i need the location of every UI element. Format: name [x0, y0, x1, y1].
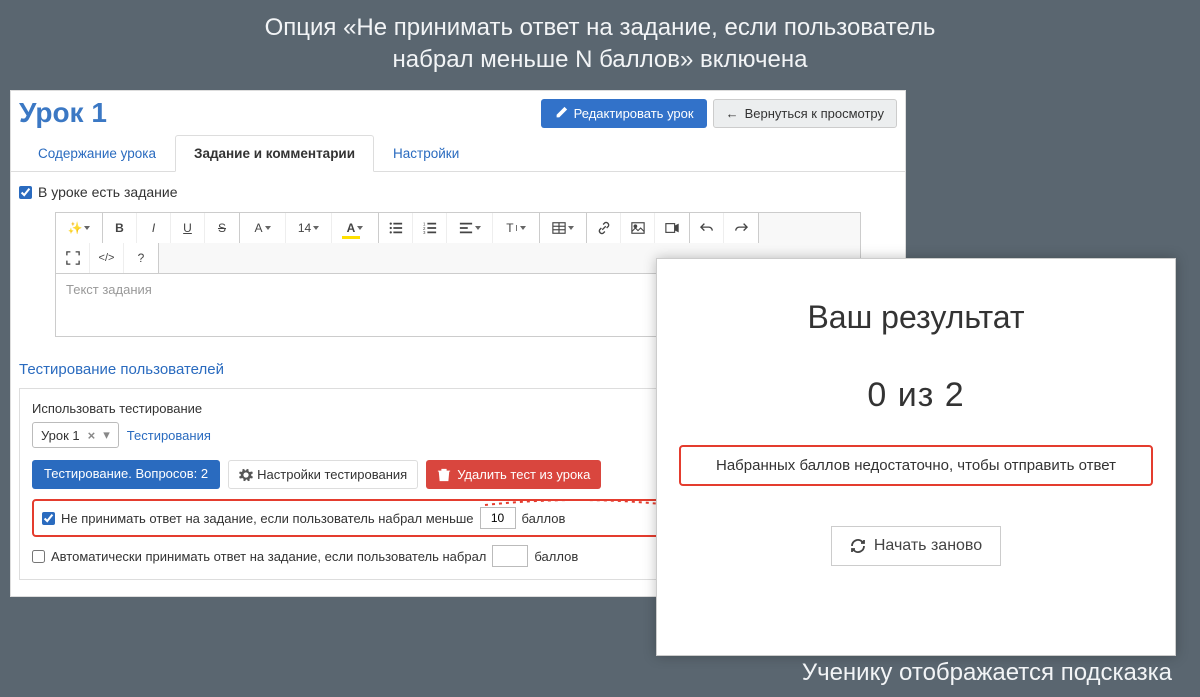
reject-checkbox[interactable] — [42, 512, 55, 525]
accept-checkbox[interactable] — [32, 550, 45, 563]
back-button[interactable]: ← Вернуться к просмотру — [713, 99, 897, 128]
edit-icon — [554, 106, 568, 120]
help-button[interactable]: ? — [124, 243, 158, 273]
restart-button[interactable]: Начать заново — [831, 526, 1001, 566]
result-warning: Набранных баллов недостаточно, чтобы отп… — [679, 445, 1153, 486]
svg-text:3: 3 — [423, 230, 426, 235]
trash-icon — [437, 468, 451, 482]
reject-prefix: Не принимать ответ на задание, если поль… — [61, 511, 474, 526]
arrow-left-icon: ← — [726, 106, 739, 121]
accept-suffix: баллов — [534, 549, 578, 564]
result-score: 0 из 2 — [679, 376, 1153, 415]
has-task-checkbox-row[interactable]: В уроке есть задание — [19, 184, 897, 200]
annotation-bottom: Ученику отображается подсказка — [802, 659, 1172, 687]
result-title: Ваш результат — [679, 299, 1153, 336]
list-ul-button[interactable] — [379, 213, 413, 243]
edit-lesson-button[interactable]: Редактировать урок — [541, 99, 707, 128]
result-panel: Ваш результат 0 из 2 Набранных баллов не… — [656, 258, 1176, 656]
redo-icon — [734, 221, 748, 235]
test-info-button[interactable]: Тестирование. Вопросов: 2 — [32, 460, 220, 489]
tab-task[interactable]: Задание и комментарии — [175, 135, 374, 172]
italic-button[interactable]: I — [137, 213, 171, 243]
lesson-title: Урок 1 — [19, 97, 107, 129]
font-size-button[interactable]: 14 — [286, 213, 332, 243]
video-icon — [665, 221, 679, 235]
has-task-checkbox[interactable] — [19, 186, 32, 199]
has-task-label: В уроке есть задание — [38, 184, 177, 200]
accept-prefix: Автоматически принимать ответ на задание… — [51, 549, 486, 564]
clear-test-icon[interactable]: × — [88, 428, 96, 443]
annotation-top: Опция «Не принимать ответ на задание, ес… — [0, 12, 1200, 77]
chevron-down-icon: ▾ — [103, 427, 110, 443]
accept-value-input[interactable] — [492, 545, 528, 567]
underline-button[interactable]: U — [171, 213, 205, 243]
table-icon — [552, 221, 566, 235]
font-icon: A — [254, 221, 262, 235]
bold-button[interactable]: B — [103, 213, 137, 243]
fullscreen-button[interactable] — [56, 243, 90, 273]
tab-content[interactable]: Содержание урока — [19, 135, 175, 172]
test-settings-button[interactable]: Настройки тестирования — [228, 460, 418, 489]
list-ul-icon — [389, 221, 403, 235]
align-button[interactable] — [447, 213, 493, 243]
list-ol-icon: 123 — [423, 221, 437, 235]
video-button[interactable] — [655, 213, 689, 243]
redo-button[interactable] — [724, 213, 758, 243]
refresh-icon — [850, 538, 866, 554]
image-button[interactable] — [621, 213, 655, 243]
fullscreen-icon — [66, 251, 80, 265]
tab-settings[interactable]: Настройки — [374, 135, 478, 172]
magic-icon: ✨ — [68, 221, 83, 235]
reject-value-input[interactable] — [480, 507, 516, 529]
magic-tool[interactable]: ✨ — [56, 213, 102, 243]
link-icon — [597, 221, 611, 235]
image-icon — [631, 221, 645, 235]
delete-test-button[interactable]: Удалить тест из урока — [426, 460, 601, 489]
link-button[interactable] — [587, 213, 621, 243]
strike-button[interactable]: S — [205, 213, 239, 243]
paragraph-button[interactable]: TI — [493, 213, 539, 243]
selected-test-name: Урок 1 — [41, 428, 80, 443]
code-button[interactable]: </> — [90, 243, 124, 273]
table-button[interactable] — [540, 213, 586, 243]
align-icon — [459, 221, 473, 235]
reject-suffix: баллов — [522, 511, 566, 526]
list-ol-button[interactable]: 123 — [413, 213, 447, 243]
font-color-button[interactable]: A — [332, 213, 378, 243]
font-family-button[interactable]: A — [240, 213, 286, 243]
undo-icon — [700, 221, 714, 235]
tests-link[interactable]: Тестирования — [127, 428, 211, 443]
gear-icon — [239, 468, 253, 482]
test-select[interactable]: Урок 1 × ▾ — [32, 422, 119, 448]
undo-button[interactable] — [690, 213, 724, 243]
tabs: Содержание урока Задание и комментарии Н… — [11, 135, 905, 172]
